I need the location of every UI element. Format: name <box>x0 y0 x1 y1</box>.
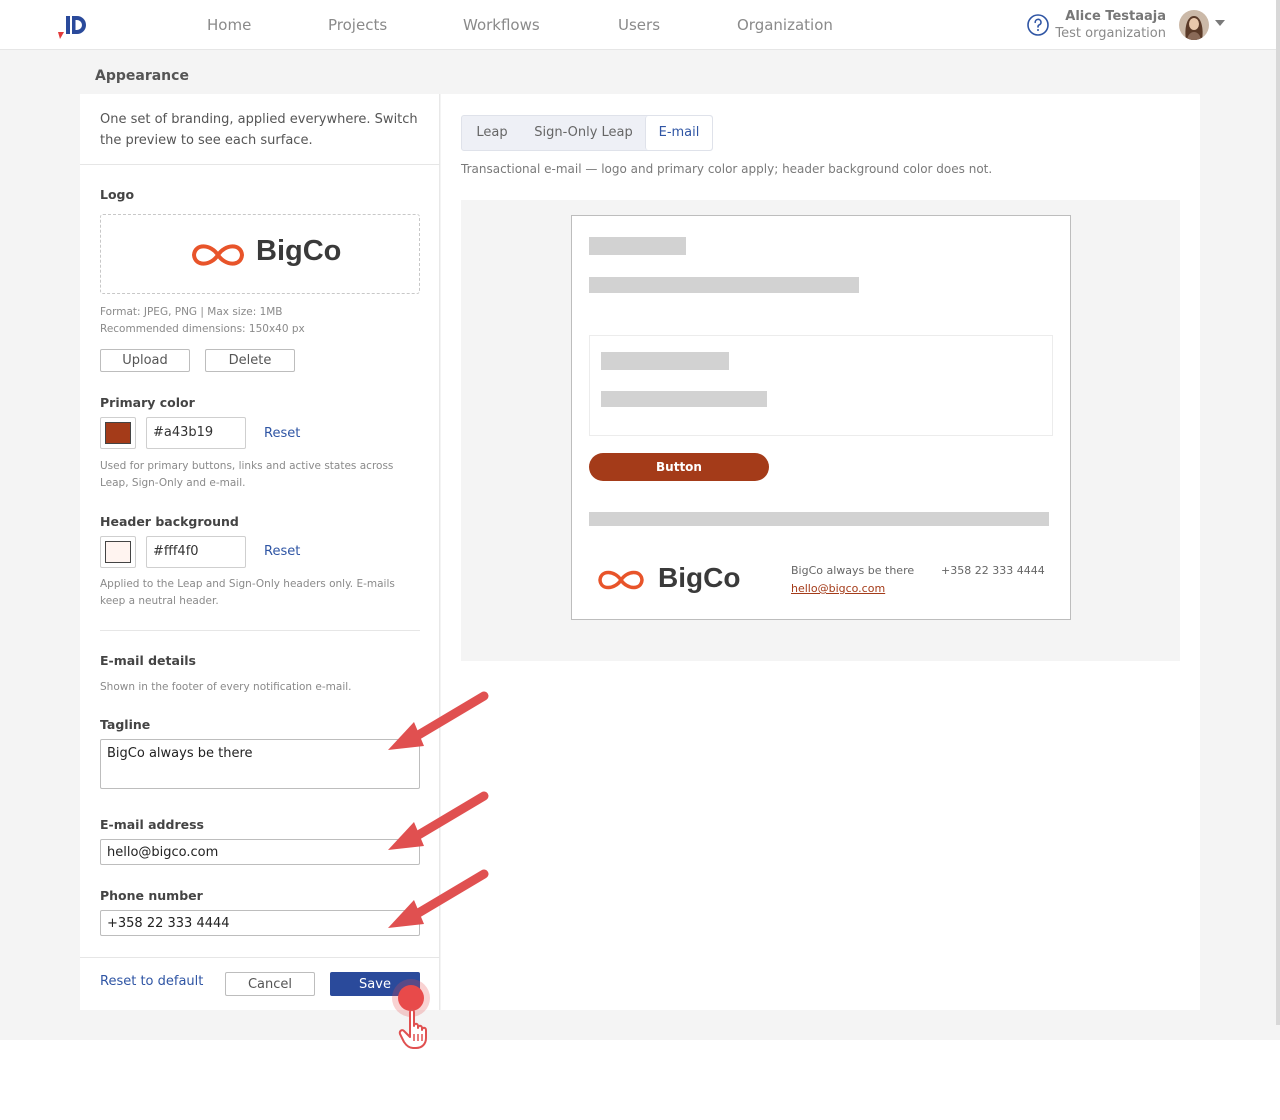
annotation-arrow <box>388 791 489 850</box>
nav-workflows[interactable]: Workflows <box>463 16 540 34</box>
reset-to-default-link[interactable]: Reset to default <box>100 974 203 989</box>
email-details-help: Shown in the footer of every notificatio… <box>100 681 352 693</box>
tab-sign-only-leap[interactable]: Sign-Only Leap <box>522 116 645 150</box>
placeholder-bar <box>589 512 1049 526</box>
placeholder-bar <box>601 352 729 370</box>
email-address-field[interactable]: hello@bigco.com <box>100 839 420 865</box>
tagline-field[interactable]: BigCo always be there <box>100 739 420 789</box>
placeholder-bar <box>589 237 686 255</box>
nav-home[interactable]: Home <box>207 16 251 34</box>
cursor-hand-icon <box>398 1008 427 1049</box>
primary-color-label: Primary color <box>100 395 195 410</box>
footer-brand-text: BigCo <box>658 562 741 593</box>
intro-text: One set of branding, applied everywhere.… <box>100 112 418 148</box>
placeholder-bar <box>601 391 767 407</box>
user-name[interactable]: Alice Testaaja <box>1065 9 1166 24</box>
page-title: Appearance <box>95 68 189 84</box>
avatar[interactable] <box>1179 10 1209 40</box>
logo-dropzone[interactable]: BigCo <box>100 214 420 294</box>
delete-button[interactable]: Delete <box>205 349 295 372</box>
logo-brand-text: BigCo <box>256 235 342 267</box>
upload-button[interactable]: Upload <box>100 349 190 372</box>
help-icon[interactable] <box>1026 13 1050 37</box>
tagline-label: Tagline <box>100 717 151 732</box>
annotation-arrow <box>388 691 489 750</box>
footer-email-link[interactable]: hello@bigco.com <box>791 582 885 595</box>
nav-projects[interactable]: Projects <box>328 16 387 34</box>
app-logo-icon[interactable] <box>52 10 92 40</box>
nav-organization[interactable]: Organization <box>737 16 833 34</box>
email-preview-card: Button BigCo BigCo always be there hello… <box>571 215 1071 620</box>
preview-panel: Leap Sign-Only Leap E-mail Transactional… <box>441 94 1200 1010</box>
cancel-button[interactable]: Cancel <box>225 972 315 996</box>
header-background-swatch[interactable] <box>100 536 136 568</box>
email-address-label: E-mail address <box>100 817 204 832</box>
divider <box>100 630 420 631</box>
logo-dimensions-help: Recommended dimensions: 150x40 px <box>100 323 305 335</box>
preview-description: Transactional e-mail — logo and primary … <box>461 162 993 176</box>
annotation-arrow <box>388 869 489 928</box>
user-organization[interactable]: Test organization <box>1055 26 1166 41</box>
divider <box>80 957 440 958</box>
footer-tagline: BigCo always be there <box>791 564 915 577</box>
email-details-label: E-mail details <box>100 653 196 668</box>
infinity-logo-icon <box>191 244 245 266</box>
primary-color-help: Used for primary buttons, links and acti… <box>100 460 394 489</box>
header-background-label: Header background <box>100 514 239 529</box>
email-preview-area: Button BigCo BigCo always be there hello… <box>461 200 1180 661</box>
primary-color-reset-link[interactable]: Reset <box>264 426 300 441</box>
preview-tabs: Leap Sign-Only Leap E-mail <box>461 115 713 151</box>
logo-label: Logo <box>100 187 135 202</box>
header-background-reset-link[interactable]: Reset <box>264 544 300 559</box>
placeholder-bar <box>589 277 859 293</box>
primary-color-input[interactable]: #a43b19 <box>146 417 246 449</box>
phone-number-field[interactable]: +358 22 333 4444 <box>100 910 420 936</box>
tab-leap[interactable]: Leap <box>462 116 522 150</box>
footer-phone: +358 22 333 4444 <box>941 564 1045 577</box>
logo-format-help: Format: JPEG, PNG | Max size: 1MB <box>100 306 283 318</box>
primary-color-swatch[interactable] <box>100 417 136 449</box>
tab-email[interactable]: E-mail <box>645 116 712 150</box>
nav-users[interactable]: Users <box>618 16 660 34</box>
infinity-logo-icon <box>598 570 644 590</box>
chevron-down-icon[interactable] <box>1215 20 1225 26</box>
top-nav: Home Projects Workflows Users Organizati… <box>0 0 1280 50</box>
header-background-help: Applied to the Leap and Sign-Only header… <box>100 578 395 607</box>
phone-number-label: Phone number <box>100 888 203 903</box>
email-preview-button: Button <box>589 453 769 481</box>
email-content-box <box>589 335 1053 436</box>
header-background-input[interactable]: #fff4f0 <box>146 536 246 568</box>
scrollbar[interactable] <box>1276 0 1280 1025</box>
divider <box>80 164 440 165</box>
